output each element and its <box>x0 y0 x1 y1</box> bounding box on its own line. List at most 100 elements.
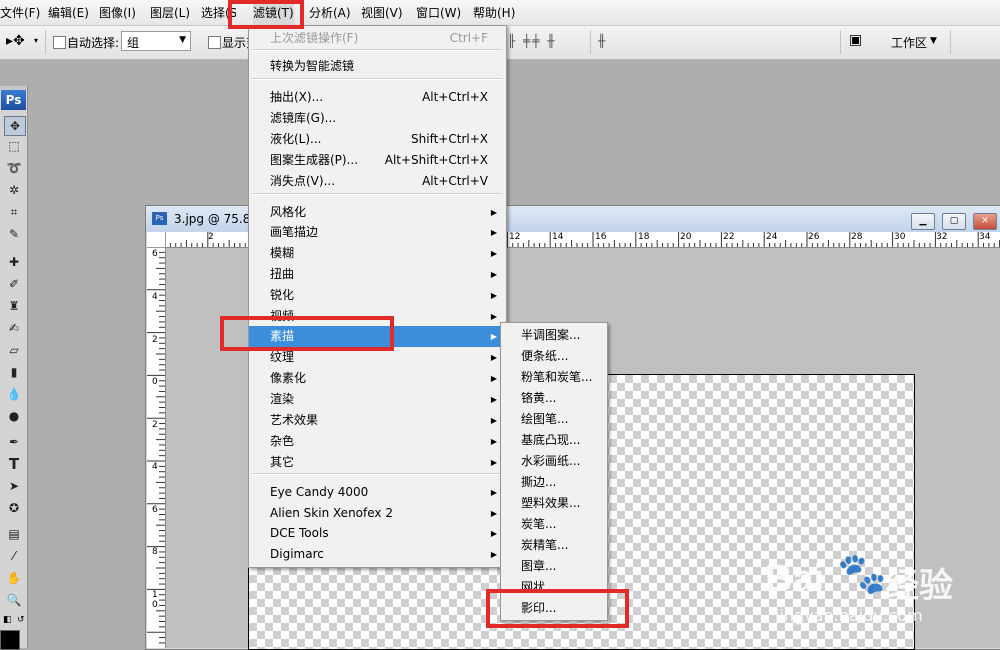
minimize-button[interactable]: ▁ <box>911 213 935 230</box>
menu-bar: 文件(F) 编辑(E) 图像(I) 图层(L) 选择(S) 滤镜(T) 分析(A… <box>0 0 1000 26</box>
history-brush-tool-icon[interactable]: ✍ <box>4 319 24 337</box>
sketch-submenu-item[interactable]: 图章... <box>501 556 607 577</box>
notes-tool-icon[interactable]: ▤ <box>4 525 24 543</box>
close-button[interactable]: ✕ <box>973 213 997 230</box>
eraser-tool-icon[interactable]: ▱ <box>4 341 24 359</box>
crop-tool-icon[interactable]: ⌗ <box>4 203 24 221</box>
filter-menu-item[interactable]: 杂色 ▶ <box>249 431 506 452</box>
menu-item-label: 扭曲 <box>270 267 295 281</box>
sketch-submenu-item[interactable]: 半调图案... <box>501 325 607 346</box>
filter-menu-item[interactable]: 滤镜库(G)... <box>249 108 506 129</box>
filter-menu-item[interactable]: 扭曲 ▶ <box>249 264 506 285</box>
vertical-ruler[interactable]: 6 4 2 0 2 4 6 8 1 0 <box>147 247 166 648</box>
submenu-item-label: 铬黄... <box>521 391 557 405</box>
blur-tool-icon[interactable]: 💧 <box>4 385 24 403</box>
eyedropper-tool-icon[interactable]: ⁄ <box>4 547 24 565</box>
filter-menu-item[interactable]: 图案生成器(P)... Alt+Shift+Ctrl+X <box>249 150 506 171</box>
foreground-color-swatch[interactable] <box>0 630 20 650</box>
filter-menu-item[interactable]: 画笔描边 ▶ <box>249 222 506 243</box>
show-transform-checkbox[interactable] <box>208 36 221 49</box>
clone-stamp-tool-icon[interactable]: ♜ <box>4 297 24 315</box>
menu-edit[interactable]: 编辑(E) <box>48 0 89 25</box>
auto-select-checkbox[interactable] <box>53 36 66 49</box>
zoom-tool-icon[interactable]: 🔍 <box>4 591 24 609</box>
sketch-submenu-item[interactable]: 塑料效果... <box>501 493 607 514</box>
move-tool-icon[interactable]: ✥ <box>4 116 26 136</box>
swap-colors-icon[interactable]: ↺ <box>17 615 25 625</box>
tool-preset-chevron-icon[interactable]: ▾ <box>34 36 38 45</box>
baidu-jingyan-watermark: Bai 🐾 经验 jingyan.baidu.com <box>765 550 995 630</box>
filter-menu-item[interactable]: 其它 ▶ <box>249 452 506 473</box>
sketch-submenu-item[interactable]: 绘图笔... <box>501 409 607 430</box>
auto-select-dropdown[interactable]: 组 ▼ <box>121 31 191 51</box>
filter-menu-item[interactable]: 转换为智能滤镜 <box>249 56 506 77</box>
menu-window[interactable]: 窗口(W) <box>416 0 461 25</box>
filter-menu-item[interactable]: 模糊 ▶ <box>249 243 506 264</box>
menu-image[interactable]: 图像(I) <box>99 0 136 25</box>
filter-menu-item[interactable]: Alien Skin Xenofex 2 ▶ <box>249 503 506 524</box>
submenu-arrow-icon: ▶ <box>490 208 497 217</box>
filter-menu-item[interactable]: 艺术效果 ▶ <box>249 410 506 431</box>
sketch-submenu-item[interactable]: 炭笔... <box>501 514 607 535</box>
slice-tool-icon[interactable]: ✎ <box>4 225 24 243</box>
type-tool-icon[interactable]: T <box>4 455 24 473</box>
separator <box>45 30 46 54</box>
sketch-submenu-item[interactable]: 炭精笔... <box>501 535 607 556</box>
ruler-h-label: 22 <box>723 232 735 242</box>
magic-wand-tool-icon[interactable]: ✲ <box>4 181 24 199</box>
move-tool-icon[interactable]: ▸✥ <box>6 33 25 49</box>
filter-menu-item[interactable]: DCE Tools ▶ <box>249 523 506 544</box>
filter-menu-item[interactable]: 风格化 ▶ <box>249 202 506 223</box>
filter-menu: 上次滤镜操作(F) Ctrl+F 转换为智能滤镜 抽出(X)... Alt+Ctrl+X… <box>248 25 507 568</box>
marquee-tool-icon[interactable]: ⬚ <box>4 137 24 155</box>
menu-file[interactable]: 文件(F) <box>0 0 40 25</box>
submenu-item-label: 水彩画纸... <box>521 454 581 468</box>
filter-menu-item[interactable]: 抽出(X)... Alt+Ctrl+X <box>249 87 506 108</box>
lasso-tool-icon[interactable]: ➰ <box>4 159 24 177</box>
default-colors-icon[interactable]: ◧ <box>3 615 12 625</box>
ruler-corner <box>147 232 166 248</box>
filter-menu-item[interactable]: 像素化 ▶ <box>249 368 506 389</box>
path-selection-tool-icon[interactable]: ➤ <box>4 477 24 495</box>
hand-tool-icon[interactable]: ✋ <box>4 569 24 587</box>
filter-menu-item[interactable]: 液化(L)... Shift+Ctrl+X <box>249 129 506 150</box>
align-buttons-icon[interactable]: ╟ ╪╪ ╫ <box>508 34 557 48</box>
pen-tool-icon[interactable]: ✒ <box>4 433 24 451</box>
menu-layer[interactable]: 图层(L) <box>150 0 190 25</box>
submenu-arrow-icon: ▶ <box>490 249 497 258</box>
submenu-arrow-icon: ▶ <box>490 312 497 321</box>
dodge-tool-icon[interactable]: ● <box>4 407 24 425</box>
ruler-h-label: 26 <box>808 232 820 242</box>
healing-brush-tool-icon[interactable]: ✚ <box>4 253 24 271</box>
gradient-tool-icon[interactable]: ▮ <box>4 363 24 381</box>
restore-button[interactable]: ▢ <box>942 213 966 230</box>
menu-help[interactable]: 帮助(H) <box>473 0 515 25</box>
sketch-submenu-item[interactable]: 便条纸... <box>501 346 607 367</box>
filter-menu-item[interactable]: 锐化 ▶ <box>249 285 506 306</box>
sketch-submenu-item[interactable]: 粉笔和炭笔... <box>501 367 607 388</box>
workspace-chevron-icon[interactable]: ▼ <box>930 36 937 46</box>
toolbox-grip[interactable] <box>0 86 27 90</box>
menu-analysis[interactable]: 分析(A) <box>309 0 351 25</box>
filter-menu-item[interactable]: 渲染 ▶ <box>249 389 506 410</box>
menu-view[interactable]: 视图(V) <box>361 0 403 25</box>
shape-tool-icon[interactable]: ✪ <box>4 499 24 517</box>
sketch-submenu: 半调图案... 便条纸... 粉笔和炭笔... 铬黄... 绘图笔... 基底凸现... 水… <box>500 322 608 621</box>
filter-menu-item[interactable]: Digimarc ▶ <box>249 544 506 565</box>
ruler-h-label: 28 <box>851 232 863 242</box>
menu-item-label: Eye Candy 4000 <box>270 485 369 499</box>
sketch-submenu-item[interactable]: 撕边... <box>501 472 607 493</box>
distribute-icon[interactable]: ╫ <box>598 34 605 48</box>
submenu-item-label: 粉笔和炭笔... <box>521 370 593 384</box>
sketch-submenu-item[interactable]: 基底凸现... <box>501 430 607 451</box>
workspace-label[interactable]: 工作区 <box>891 34 927 51</box>
menu-item-label: 其它 <box>270 455 295 469</box>
filter-menu-item[interactable]: 消失点(V)... Alt+Ctrl+V <box>249 171 506 192</box>
ruler-h-label: 32 <box>936 232 948 242</box>
sketch-submenu-item[interactable]: 水彩画纸... <box>501 451 607 472</box>
menu-separator <box>251 193 502 195</box>
brush-tool-icon[interactable]: ✐ <box>4 275 24 293</box>
file-browser-icon[interactable]: ▣ <box>849 32 862 48</box>
sketch-submenu-item[interactable]: 铬黄... <box>501 388 607 409</box>
filter-menu-item[interactable]: Eye Candy 4000 ▶ <box>249 482 506 503</box>
